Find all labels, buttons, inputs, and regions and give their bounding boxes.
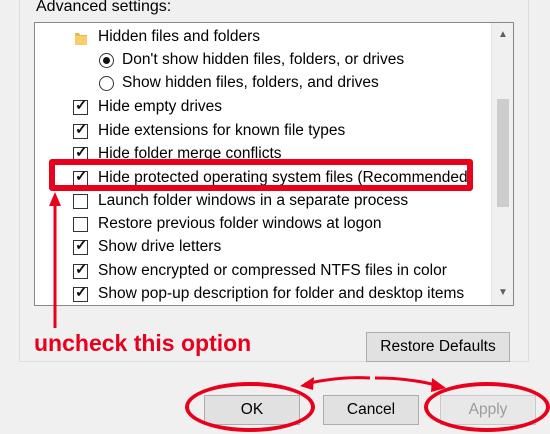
annotation-text: uncheck this option [34, 330, 252, 356]
arrow-to-ok-line [304, 376, 371, 386]
ok-circle-highlight [185, 382, 315, 432]
arrow-to-ok-head-icon [300, 377, 314, 390]
arrow-to-apply-line [374, 376, 441, 388]
up-arrow-head-icon [49, 192, 61, 206]
apply-circle-highlight [424, 382, 550, 432]
annotation-arrows [49, 192, 446, 392]
